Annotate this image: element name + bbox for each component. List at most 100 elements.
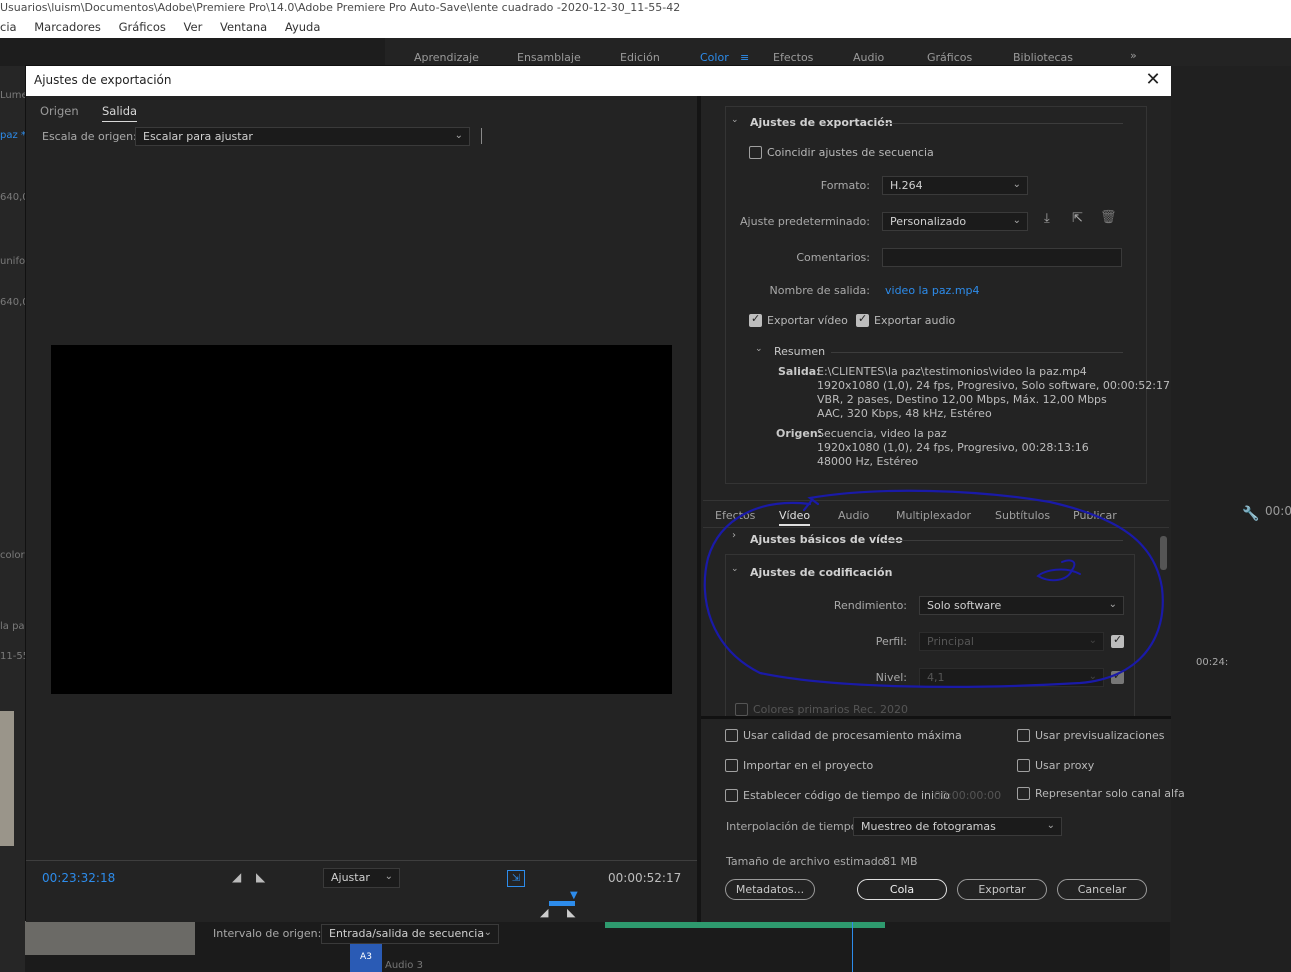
performance-dropdown[interactable]: Solo software ⌄ [919,596,1124,615]
workspace-tab-learning[interactable]: Aprendizaje [414,51,479,64]
metadata-button[interactable]: Metadatos... [725,879,815,900]
export-button[interactable]: Exportar [957,879,1047,900]
mark-out-icon[interactable]: ◣ [256,870,265,884]
duration-timecode: 00:00:52:17 [608,871,682,885]
playhead-icon[interactable]: ▼ [570,890,578,901]
export-settings-title: Ajustes de exportación [750,116,893,129]
chevron-down-icon[interactable]: ⌄ [731,115,739,125]
aspect-toggle-icon[interactable]: ⇲ [507,870,525,887]
use-previews-label: Usar previsualizaciones [1035,729,1165,742]
section-rule [885,540,1123,541]
preview-scrub-bar[interactable] [26,860,697,861]
tab-effects[interactable]: Efectos [715,509,755,522]
use-previews-checkbox[interactable] [1017,729,1030,742]
level-dropdown[interactable]: 4,1 ⌄ [919,668,1104,687]
time-interpolation-label: Interpolación de tiempo: [726,820,862,833]
workspace-menu-icon[interactable]: ≡ [740,51,749,64]
format-dropdown[interactable]: H.264 ⌄ [882,176,1028,195]
max-quality-checkbox[interactable] [725,729,738,742]
source-range-dropdown[interactable]: Entrada/salida de secuencia ⌄ [321,924,499,944]
comments-label: Comentarios: [796,251,870,264]
export-audio-checkbox[interactable] [856,312,869,327]
output-name-link[interactable]: video la paz.mp4 [885,284,980,298]
video-preview [51,345,672,694]
workspace-tab-editing[interactable]: Edición [620,51,660,64]
chevron-down-icon[interactable]: ⌄ [731,564,739,574]
source-scale-dropdown[interactable]: Escalar para ajustar ⌄ [135,127,470,146]
performance-value: Solo software [927,599,1002,612]
current-timecode[interactable]: 00:23:32:18 [42,871,115,885]
mark-in-icon[interactable]: ◢ [232,870,241,884]
export-settings-pane: ⌄ Ajustes de exportación Coincidir ajust… [701,96,1171,716]
tab-source[interactable]: Origen [40,104,79,118]
chevron-down-icon: ⌄ [454,130,463,141]
match-sequence-checkbox[interactable] [749,146,762,159]
export-settings-dialog: Ajustes de exportación ✕ Origen Salida E… [25,65,1185,944]
use-proxy-checkbox[interactable] [1017,759,1030,772]
import-project-checkbox[interactable] [725,759,738,772]
chevron-down-icon: ⌄ [483,927,492,938]
settings-scrollbar[interactable] [1160,536,1167,570]
panel-snippet: paz * [0,130,25,141]
summary-source-line: 1920x1080 (1,0), 24 fps, Progresivo, 00:… [817,441,1089,454]
workspace-tab-assembly[interactable]: Ensamblaje [517,51,581,64]
start-timecode-label: Establecer código de tiempo de inicio [743,789,950,802]
profile-checkbox[interactable] [1111,633,1124,648]
in-point-handle-icon[interactable]: ◢ [540,906,548,919]
save-preset-icon[interactable]: ⤓ [1044,211,1050,226]
panel-snippet: Lume [0,90,25,101]
tab-multiplexer[interactable]: Multiplexador [896,509,971,522]
comments-field[interactable] [882,248,1122,267]
workspace-tab-libraries[interactable]: Bibliotecas [1013,51,1073,64]
tab-audio[interactable]: Audio [838,509,869,522]
queue-button[interactable]: Cola [857,879,947,900]
time-interpolation-value: Muestreo de fotogramas [861,820,996,833]
level-checkbox[interactable] [1111,669,1124,684]
source-scale-value: Escalar para ajustar [143,130,253,143]
encoding-settings-title: Ajustes de codificación [750,566,893,579]
wrench-icon[interactable]: 🔧 [1242,506,1259,522]
trash-icon[interactable]: 🗑 [1100,210,1117,225]
menu-item-window[interactable]: Ventana [220,20,267,34]
menu-item-help[interactable]: Ayuda [285,20,321,34]
workspace-tab-audio[interactable]: Audio [853,51,884,64]
menu-item-graphics[interactable]: Gráficos [119,20,166,34]
time-interpolation-dropdown[interactable]: Muestreo de fotogramas ⌄ [853,817,1062,836]
chevron-right-icon[interactable]: › [732,530,736,541]
dialog-title: Ajustes de exportación [34,73,172,87]
fit-dropdown[interactable]: Ajustar ⌄ [323,868,400,888]
preset-dropdown[interactable]: Personalizado ⌄ [882,212,1028,231]
tab-video[interactable]: Vídeo [779,509,811,526]
chevron-down-icon: ⌄ [1088,671,1097,682]
tab-captions[interactable]: Subtítulos [995,509,1050,522]
menu-item-view[interactable]: Ver [184,20,203,34]
panel-snippet: la pa [0,621,25,632]
import-project-label: Importar en el proyecto [743,759,874,772]
start-timecode-checkbox[interactable] [725,789,738,802]
workspace-tab-color[interactable]: Color [700,51,729,64]
menu-item-markers[interactable]: Marcadores [34,20,101,34]
profile-dropdown[interactable]: Principal ⌄ [919,632,1104,651]
chevron-down-icon: ⌄ [1108,599,1117,610]
workspace-tab-graphics[interactable]: Gráficos [927,51,972,64]
cancel-button[interactable]: Cancelar [1057,879,1147,900]
summary-title: Resumen [774,345,826,358]
workspace-tab-effects[interactable]: Efectos [773,51,813,64]
start-timecode-value[interactable]: 00:00:00:00 [934,789,1001,803]
chevron-down-icon[interactable]: ⌄ [755,344,763,354]
panel-snippet: 640,0 [0,192,25,203]
export-options-pane: Usar calidad de procesamiento máxima Usa… [701,716,1185,922]
program-monitor-edge: 🔧 00:0 00:24: [1170,66,1291,972]
timeline-edge: A3 Audio 3 [25,920,1170,972]
playhead[interactable] [852,920,853,972]
export-video-checkbox[interactable] [749,312,762,327]
menu-item-edit[interactable]: cia [0,20,17,34]
import-preset-icon[interactable]: ⇱ [1072,211,1083,226]
rec2020-checkbox[interactable] [735,703,748,716]
workspace-overflow-icon[interactable]: » [1130,49,1137,62]
alpha-only-checkbox[interactable] [1017,787,1030,800]
out-point-handle-icon[interactable]: ◣ [567,906,575,919]
close-icon[interactable]: ✕ [1143,70,1163,90]
tab-output[interactable]: Salida [102,104,138,122]
tab-publish[interactable]: Publicar [1073,509,1117,522]
